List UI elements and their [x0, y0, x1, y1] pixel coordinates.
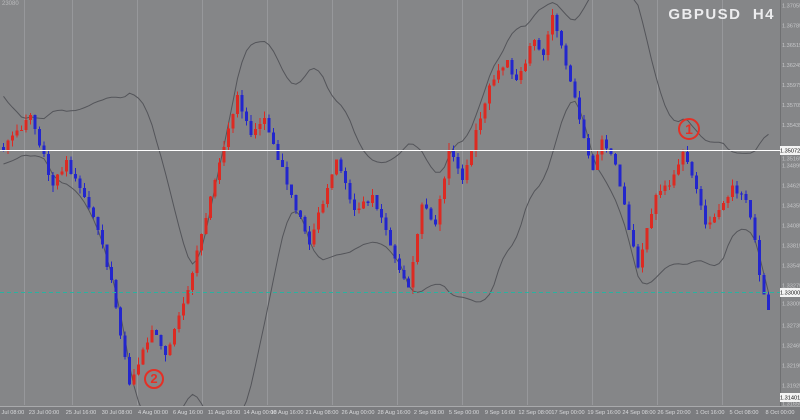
time-axis-label: 6 Aug 16:00 [171, 409, 205, 415]
time-axis-label: 5 Oct 08:00 [727, 409, 761, 415]
price-axis-label: 1.33815 [782, 242, 795, 248]
watermark-id: 23080 [2, 1, 19, 7]
time-axis-label: 9 Sep 16:00 [483, 409, 517, 415]
price-axis-label: 1.33005 [782, 300, 795, 306]
time-axis-label: 12 Sep 08:00 [518, 409, 552, 415]
time-axis-label: 5 Sep 00:00 [447, 409, 481, 415]
chart-window: 23080 GBPUSD H4 1.37055 1.36785 1.36515 1.3… [0, 0, 800, 420]
chart-canvas[interactable] [0, 0, 800, 420]
time-axis-label: 25 Jul 16:00 [64, 409, 98, 415]
time-axis-label: 18 Jul 08:00 [0, 409, 26, 415]
time-axis-label: 2 Sep 08:00 [412, 409, 446, 415]
price-axis-label: 1.35435 [782, 122, 795, 128]
price-axis-label: 1.32465 [782, 342, 795, 348]
price-axis-label: 1.31925 [782, 382, 795, 388]
price-axis-label: 1.34895 [782, 162, 795, 168]
chart-title: GBPUSD H4 [668, 6, 775, 23]
price-axis-label: 1.36785 [782, 22, 795, 28]
price-axis-label: 1.34355 [782, 202, 795, 208]
price-axis-label: 1.34085 [782, 222, 795, 228]
price-axis-label: 1.32195 [782, 362, 795, 368]
time-axis-label: 21 Aug 08:00 [305, 409, 339, 415]
time-axis-label: 11 Aug 08:00 [207, 409, 241, 415]
price-axis-label: 1.37055 [782, 2, 795, 8]
time-axis-label: 19 Sep 16:00 [587, 409, 621, 415]
time-axis-label: 24 Sep 08:00 [622, 409, 656, 415]
price-axis-label: 1.36245 [782, 62, 795, 68]
time-axis-label: 18 Aug 16:00 [270, 409, 304, 415]
price-axis-label: 1.35975 [782, 82, 795, 88]
time-axis-label: 30 Jul 08:00 [100, 409, 134, 415]
price-axis-label: 1.35705 [782, 102, 795, 108]
time-axis-label: 26 Aug 00:00 [341, 409, 375, 415]
annotation-circle-1[interactable]: 1 [678, 118, 700, 140]
annotation-circle-2[interactable]: 2 [144, 369, 164, 389]
bollinger-bands [4, 0, 769, 420]
price-axis-label: 1.33545 [782, 262, 795, 268]
teal-level-line-price-label: 1.33000 [780, 288, 800, 297]
white-resistance-line-price-label: 1.35072 [780, 146, 800, 155]
price-axis-label: 1.32735 [782, 322, 795, 328]
candlesticks [2, 9, 770, 385]
offscreen-support-label-price-label: 1.31401 [780, 393, 800, 402]
time-axis-label: 8 Oct 00:00 [763, 409, 797, 415]
time-axis-label: 17 Sep 00:00 [551, 409, 585, 415]
time-axis-label: 23 Jul 00:00 [27, 409, 61, 415]
price-axis-label: 1.34625 [782, 182, 795, 188]
time-axis-label: 26 Sep 20:00 [657, 409, 691, 415]
price-axis-label: 1.36515 [782, 42, 795, 48]
time-axis-label: 1 Oct 16:00 [693, 409, 727, 415]
time-axis-label: 4 Aug 00:00 [136, 409, 170, 415]
price-axis-label: 1.35165 [782, 155, 795, 161]
price-axis-separator [780, 0, 781, 406]
time-axis-label: 28 Aug 16:00 [377, 409, 411, 415]
